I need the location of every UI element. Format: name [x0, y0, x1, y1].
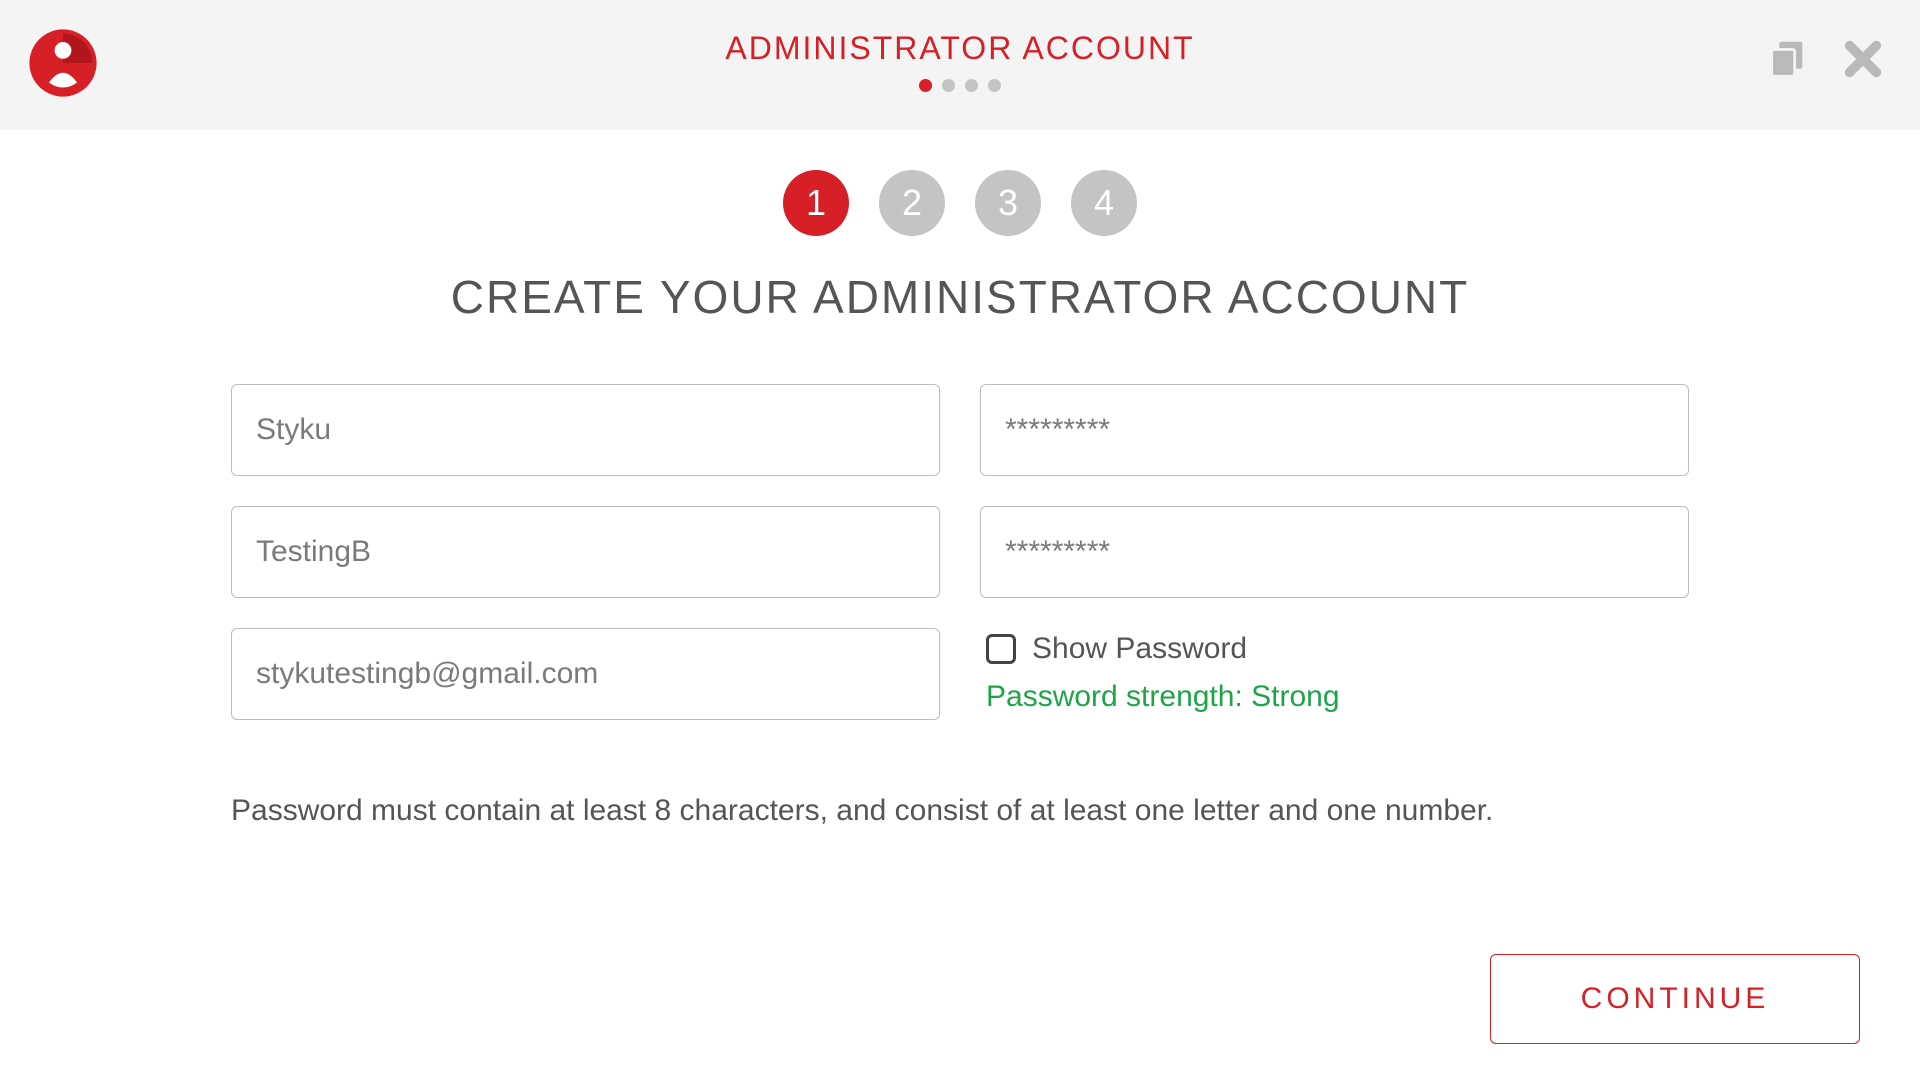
email-input[interactable]: [231, 628, 940, 720]
admin-form: Show Password Password strength: Strong: [231, 384, 1689, 720]
header-center: ADMINISTRATOR ACCOUNT: [725, 30, 1194, 92]
page-heading: CREATE YOUR ADMINISTRATOR ACCOUNT: [451, 270, 1469, 324]
top-bar: ADMINISTRATOR ACCOUNT: [0, 0, 1920, 130]
password-input[interactable]: [980, 384, 1689, 476]
styku-logo: [28, 28, 98, 98]
password-hint: Password must contain at least 8 charact…: [231, 794, 1689, 828]
dot-2: [942, 79, 955, 92]
show-password-label: Show Password: [1032, 632, 1247, 666]
step-3[interactable]: 3: [975, 170, 1041, 236]
dot-3: [965, 79, 978, 92]
continue-button-label: CONTINUE: [1581, 982, 1770, 1016]
last-name-input[interactable]: [231, 506, 940, 598]
progress-dots: [725, 79, 1194, 92]
main-content: 1 2 3 4 CREATE YOUR ADMINISTRATOR ACCOUN…: [0, 130, 1920, 828]
copy-icon[interactable]: [1764, 36, 1810, 87]
header-title: ADMINISTRATOR ACCOUNT: [725, 30, 1194, 67]
dot-4: [988, 79, 1001, 92]
header-actions: [1764, 36, 1886, 87]
step-4[interactable]: 4: [1071, 170, 1137, 236]
close-icon[interactable]: [1840, 36, 1886, 87]
show-password-checkbox[interactable]: [986, 634, 1016, 664]
password-meta: Show Password Password strength: Strong: [980, 628, 1689, 720]
first-name-input[interactable]: [231, 384, 940, 476]
step-2[interactable]: 2: [879, 170, 945, 236]
show-password-row: Show Password: [986, 632, 1689, 666]
confirm-password-input[interactable]: [980, 506, 1689, 598]
continue-button[interactable]: CONTINUE: [1490, 954, 1860, 1044]
dot-1: [919, 79, 932, 92]
step-1[interactable]: 1: [783, 170, 849, 236]
step-indicator: 1 2 3 4: [783, 170, 1137, 236]
password-strength: Password strength: Strong: [986, 680, 1689, 714]
